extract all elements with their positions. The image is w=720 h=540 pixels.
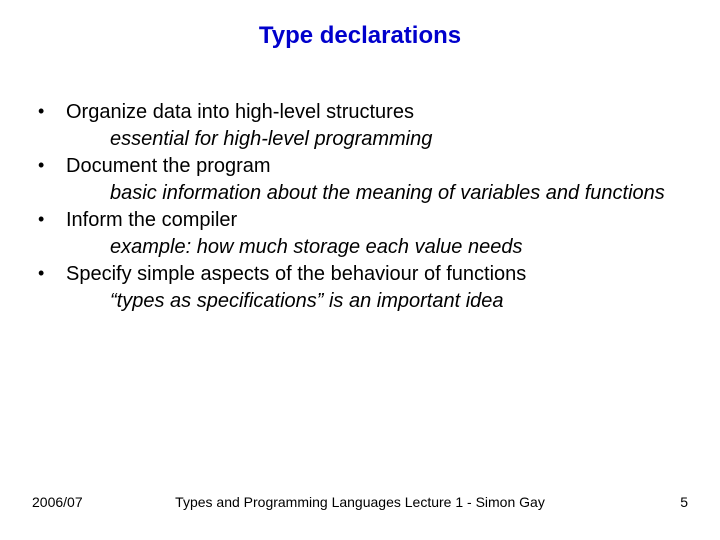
- footer-page-number: 5: [680, 494, 688, 510]
- bullet-text: Organize data into high-level structures: [66, 100, 688, 125]
- bullet-item: • Document the program: [32, 154, 688, 179]
- bullet-text: Specify simple aspects of the behaviour …: [66, 262, 688, 287]
- bullet-icon: •: [32, 100, 66, 123]
- footer-course: Types and Programming Languages Lecture …: [0, 494, 720, 510]
- bullet-subtext: essential for high-level programming: [110, 127, 688, 152]
- bullet-item: • Organize data into high-level structur…: [32, 100, 688, 125]
- bullet-text: Inform the compiler: [66, 208, 688, 233]
- bullet-item: • Specify simple aspects of the behaviou…: [32, 262, 688, 287]
- bullet-subtext: basic information about the meaning of v…: [110, 181, 688, 206]
- slide-body: • Organize data into high-level structur…: [32, 100, 688, 316]
- bullet-icon: •: [32, 154, 66, 177]
- slide: Type declarations • Organize data into h…: [0, 0, 720, 540]
- slide-title: Type declarations: [0, 0, 720, 50]
- bullet-text: Document the program: [66, 154, 688, 179]
- bullet-subtext: “types as specifications” is an importan…: [110, 289, 688, 314]
- slide-footer: 2006/07 Types and Programming Languages …: [0, 494, 720, 514]
- bullet-icon: •: [32, 262, 66, 285]
- bullet-item: • Inform the compiler: [32, 208, 688, 233]
- bullet-icon: •: [32, 208, 66, 231]
- bullet-subtext: example: how much storage each value nee…: [110, 235, 688, 260]
